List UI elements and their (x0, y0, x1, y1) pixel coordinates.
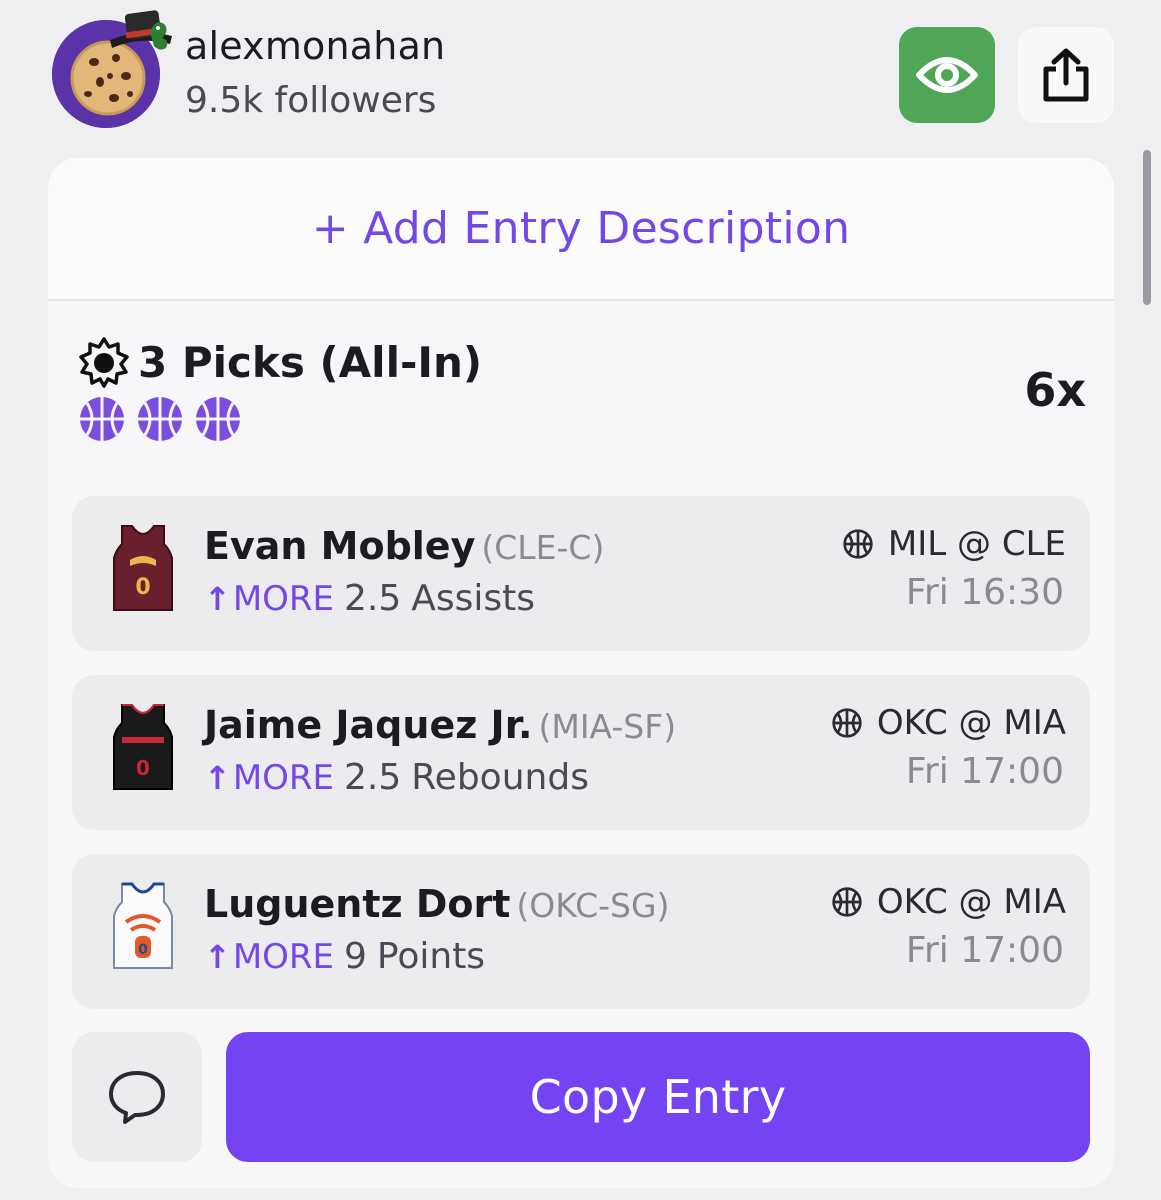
watch-button[interactable] (899, 27, 995, 123)
profile-header: alexmonahan 9.5k followers (0, 0, 1161, 140)
direction-label: MORE (232, 758, 335, 798)
game-matchup: OKC @ MIA (876, 882, 1066, 922)
picks-title: 3 Picks (All-In) (138, 337, 483, 387)
game-matchup: OKC @ MIA (876, 703, 1066, 743)
stat-line: ↑ MORE 9 Points (204, 936, 485, 977)
player-position: (MIA-SF) (538, 707, 677, 746)
description-area[interactable]: + Add Entry Description (48, 158, 1114, 301)
stat-line: ↑ MORE 2.5 Rebounds (204, 757, 589, 798)
copy-entry-button[interactable]: Copy Entry (226, 1032, 1090, 1162)
share-button[interactable] (1018, 27, 1114, 123)
player-position: (OKC-SG) (516, 886, 670, 925)
share-icon (1043, 48, 1089, 102)
add-description-link[interactable]: + Add Entry Description (312, 203, 851, 254)
sport-icons (78, 395, 242, 443)
jersey-number: 0 (135, 575, 150, 600)
comment-button[interactable] (72, 1032, 202, 1162)
basketball-icon (832, 887, 862, 917)
basketball-icon (196, 397, 240, 441)
direction-label: MORE (232, 579, 335, 619)
game-matchup: MIL @ CLE (887, 524, 1066, 564)
player-line: Evan Mobley (CLE-C) (204, 524, 604, 568)
pick-row[interactable]: 0 Luguentz Dort (OKC-SG) ↑ MORE 9 Points OKC… (72, 854, 1090, 1009)
player-line: Luguentz Dort (OKC-SG) (204, 882, 669, 926)
entry-card: + Add Entry Description 3 Picks (All-In) (48, 158, 1114, 1188)
hat-icon (110, 10, 172, 50)
stat-name: Rebounds (411, 757, 589, 798)
payout-multiplier: 6x (1024, 363, 1086, 417)
game-time: Fri 17:00 (905, 930, 1064, 971)
pick-row[interactable]: 0 Jaime Jaquez Jr. (MIA-SF) ↑ MORE 2.5 Rebou… (72, 675, 1090, 830)
jersey-icon: 0 (113, 882, 173, 969)
player-position: (CLE-C) (481, 528, 605, 567)
picks-header: 3 Picks (All-In) (78, 336, 482, 388)
eye-icon (916, 57, 978, 93)
arrow-up-icon: ↑ (204, 938, 231, 976)
stat-line: ↑ MORE 2.5 Assists (204, 578, 535, 619)
basketball-icon (832, 708, 862, 738)
direction-label: MORE (232, 937, 335, 977)
player-name: Jaime Jaquez Jr. (204, 703, 533, 747)
player-name: Evan Mobley (204, 524, 476, 568)
game-time: Fri 16:30 (905, 572, 1064, 613)
player-line: Jaime Jaquez Jr. (MIA-SF) (204, 703, 676, 747)
stat-name: Assists (411, 578, 536, 619)
basketball-icon (80, 397, 124, 441)
avatar[interactable] (52, 10, 172, 128)
jersey-icon: 0 (113, 525, 173, 611)
game-line: OKC @ MIA (831, 882, 1066, 922)
stat-name: Points (376, 936, 486, 977)
stat-line-value: 9 (344, 936, 367, 977)
jersey-icon: 0 (113, 704, 173, 790)
comment-icon (109, 1071, 165, 1124)
stat-line-value: 2.5 (344, 757, 402, 798)
basketball-icon (138, 397, 182, 441)
stat-line-value: 2.5 (344, 578, 402, 619)
game-line: MIL @ CLE (842, 524, 1066, 564)
game-time: Fri 17:00 (905, 751, 1064, 792)
copy-entry-label: Copy Entry (529, 1070, 787, 1124)
scrollbar[interactable] (1143, 150, 1151, 305)
jersey-number: 0 (138, 942, 148, 958)
pick-row[interactable]: 0 Evan Mobley (CLE-C) ↑ MORE 2.5 Assists MIL… (72, 496, 1090, 651)
username[interactable]: alexmonahan (185, 24, 445, 68)
follower-count: 9.5k followers (185, 80, 437, 121)
player-name: Luguentz Dort (204, 882, 511, 926)
arrow-up-icon: ↑ (204, 580, 231, 618)
sun-icon (79, 337, 129, 388)
arrow-up-icon: ↑ (204, 759, 231, 797)
game-line: OKC @ MIA (831, 703, 1066, 743)
jersey-number: 0 (136, 756, 150, 780)
basketball-icon (843, 529, 873, 559)
